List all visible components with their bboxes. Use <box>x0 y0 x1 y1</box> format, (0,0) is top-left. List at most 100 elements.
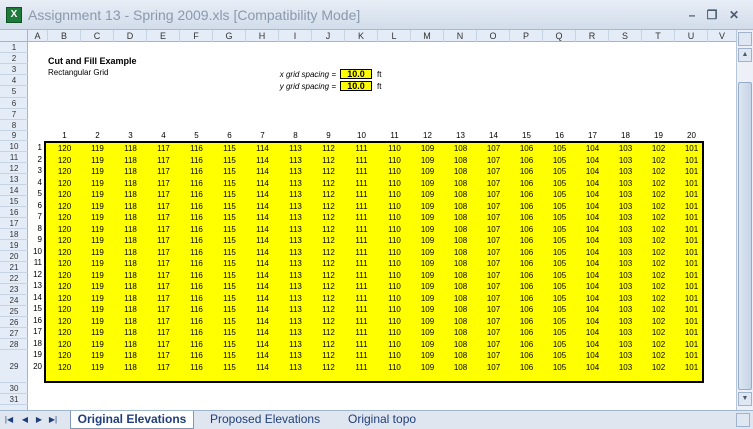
grid-cell[interactable]: 107 <box>477 271 510 280</box>
grid-cell[interactable]: 112 <box>312 156 345 165</box>
grid-cell[interactable]: 103 <box>609 305 642 314</box>
excel-icon[interactable]: X <box>6 7 22 23</box>
grid-cell[interactable]: 108 <box>444 294 477 303</box>
grid-cell[interactable]: 117 <box>147 225 180 234</box>
grid-cell[interactable]: 119 <box>81 167 114 176</box>
grid-cell[interactable]: 105 <box>543 144 576 153</box>
row-header[interactable]: 12 <box>0 163 28 174</box>
grid-cell[interactable]: 104 <box>576 259 609 268</box>
grid-cell[interactable]: 119 <box>81 156 114 165</box>
grid-cell[interactable]: 114 <box>246 328 279 337</box>
grid-cell[interactable]: 107 <box>477 259 510 268</box>
grid-cell[interactable]: 103 <box>609 259 642 268</box>
grid-cell[interactable]: 111 <box>345 294 378 303</box>
grid-cell[interactable]: 110 <box>378 259 411 268</box>
scroll-down-button[interactable]: ▼ <box>738 392 752 406</box>
grid-cell[interactable]: 107 <box>477 190 510 199</box>
column-header[interactable]: K <box>345 30 378 42</box>
grid-cell[interactable]: 120 <box>48 213 81 222</box>
grid-cell[interactable]: 116 <box>180 202 213 211</box>
grid-cell[interactable]: 111 <box>345 317 378 326</box>
grid-cell[interactable]: 108 <box>444 179 477 188</box>
grid-cell[interactable]: 115 <box>213 282 246 291</box>
grid-cell[interactable]: 117 <box>147 259 180 268</box>
grid-cell[interactable]: 106 <box>510 190 543 199</box>
grid-cell[interactable]: 120 <box>48 271 81 280</box>
grid-cell[interactable]: 117 <box>147 340 180 349</box>
grid-cell[interactable]: 116 <box>180 294 213 303</box>
grid-cell[interactable]: 117 <box>147 179 180 188</box>
grid-cell[interactable]: 109 <box>411 236 444 245</box>
elevation-grid[interactable]: 120 119 118 117 116 115 114 113 112 111 110 109 108 1… <box>44 141 704 383</box>
grid-cell[interactable]: 105 <box>543 305 576 314</box>
grid-cell[interactable]: 105 <box>543 328 576 337</box>
grid-cell[interactable]: 106 <box>510 167 543 176</box>
column-header[interactable]: C <box>81 30 114 42</box>
grid-cell[interactable]: 108 <box>444 225 477 234</box>
grid-cell[interactable]: 109 <box>411 271 444 280</box>
grid-cell[interactable]: 112 <box>312 202 345 211</box>
grid-cell[interactable]: 119 <box>81 351 114 360</box>
grid-cell[interactable]: 101 <box>675 202 708 211</box>
grid-cell[interactable]: 110 <box>378 225 411 234</box>
column-header[interactable]: M <box>411 30 444 42</box>
grid-cell[interactable]: 108 <box>444 351 477 360</box>
row-header[interactable]: 22 <box>0 273 28 284</box>
grid-cell[interactable]: 113 <box>279 179 312 188</box>
grid-cell[interactable]: 120 <box>48 236 81 245</box>
column-header[interactable]: T <box>642 30 675 42</box>
grid-cell[interactable]: 111 <box>345 225 378 234</box>
grid-cell[interactable]: 116 <box>180 340 213 349</box>
grid-cell[interactable]: 113 <box>279 305 312 314</box>
grid-cell[interactable]: 110 <box>378 179 411 188</box>
column-header[interactable]: E <box>147 30 180 42</box>
column-header[interactable]: F <box>180 30 213 42</box>
grid-cell[interactable]: 112 <box>312 351 345 360</box>
grid-cell[interactable]: 106 <box>510 305 543 314</box>
grid-cell[interactable]: 109 <box>411 225 444 234</box>
grid-cell[interactable]: 112 <box>312 294 345 303</box>
grid-cell[interactable]: 105 <box>543 236 576 245</box>
grid-cell[interactable]: 111 <box>345 351 378 360</box>
row-header[interactable]: 6 <box>0 98 28 109</box>
grid-cell[interactable]: 120 <box>48 144 81 153</box>
grid-cell[interactable]: 118 <box>114 225 147 234</box>
grid-cell[interactable]: 120 <box>48 190 81 199</box>
grid-cell[interactable]: 111 <box>345 190 378 199</box>
grid-cell[interactable]: 114 <box>246 167 279 176</box>
row-header[interactable]: 4 <box>0 75 28 86</box>
grid-cell[interactable]: 120 <box>48 202 81 211</box>
grid-cell[interactable]: 117 <box>147 156 180 165</box>
worksheet[interactable]: Cut and Fill Example Rectangular Grid x … <box>28 42 736 410</box>
grid-cell[interactable]: 114 <box>246 156 279 165</box>
grid-cell[interactable]: 117 <box>147 190 180 199</box>
grid-cell[interactable]: 115 <box>213 190 246 199</box>
column-header[interactable]: H <box>246 30 279 42</box>
column-header[interactable]: D <box>114 30 147 42</box>
grid-cell[interactable]: 108 <box>444 236 477 245</box>
grid-cell[interactable]: 103 <box>609 236 642 245</box>
grid-cell[interactable]: 101 <box>675 328 708 337</box>
grid-cell[interactable]: 106 <box>510 144 543 153</box>
grid-cell[interactable]: 117 <box>147 202 180 211</box>
grid-cell[interactable]: 103 <box>609 248 642 257</box>
grid-cell[interactable]: 102 <box>642 317 675 326</box>
grid-cell[interactable]: 109 <box>411 213 444 222</box>
grid-cell[interactable]: 118 <box>114 259 147 268</box>
grid-cell[interactable]: 116 <box>180 328 213 337</box>
grid-cell[interactable]: 102 <box>642 328 675 337</box>
grid-cell[interactable]: 105 <box>543 202 576 211</box>
grid-cell[interactable]: 115 <box>213 179 246 188</box>
grid-cell[interactable]: 115 <box>213 213 246 222</box>
grid-cell[interactable]: 105 <box>543 225 576 234</box>
grid-cell[interactable]: 104 <box>576 190 609 199</box>
grid-cell[interactable]: 113 <box>279 340 312 349</box>
grid-cell[interactable]: 110 <box>378 156 411 165</box>
grid-cell[interactable]: 103 <box>609 294 642 303</box>
grid-cell[interactable]: 115 <box>213 340 246 349</box>
grid-cell[interactable]: 102 <box>642 351 675 360</box>
grid-cell[interactable]: 106 <box>510 317 543 326</box>
grid-cell[interactable]: 118 <box>114 317 147 326</box>
grid-cell[interactable]: 102 <box>642 282 675 291</box>
grid-cell[interactable]: 106 <box>510 213 543 222</box>
